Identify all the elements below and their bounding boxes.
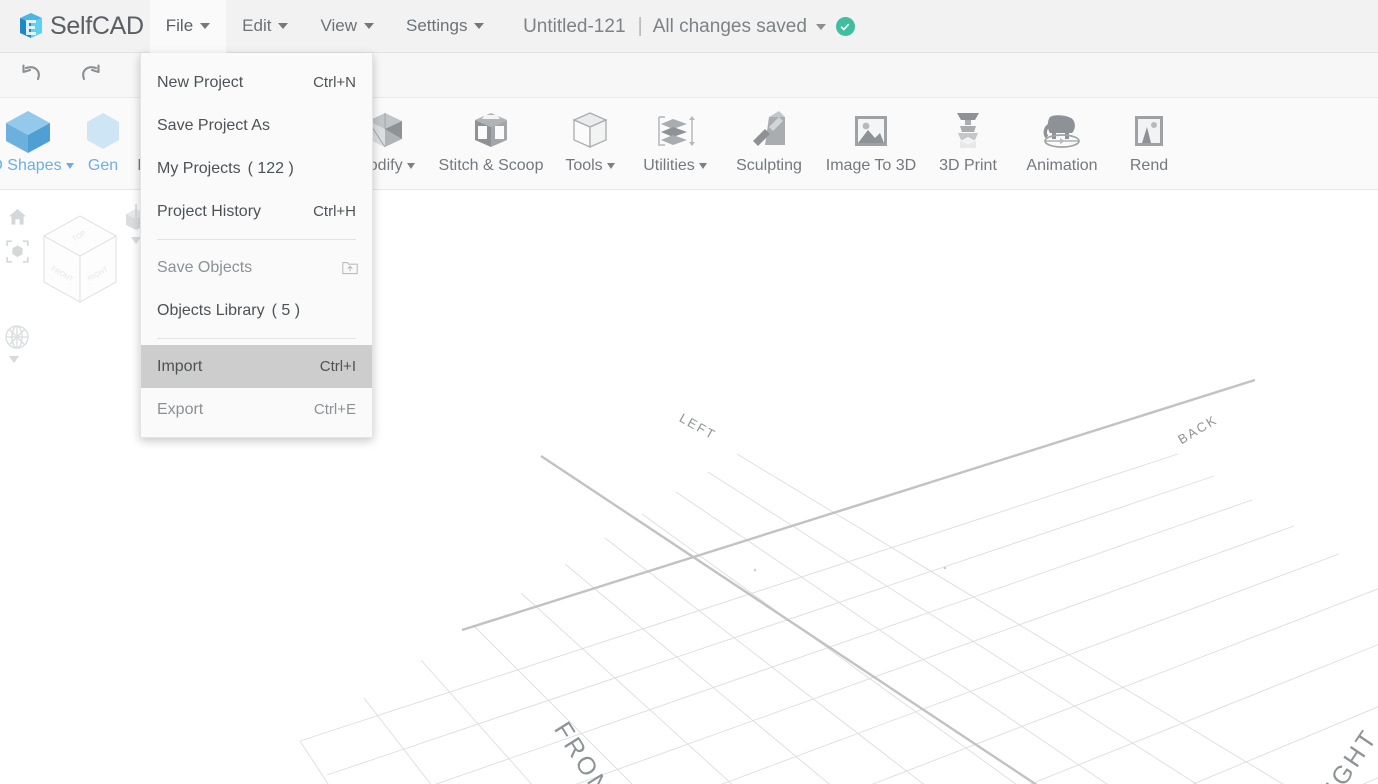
tool-utilities[interactable]: Utilities	[628, 98, 722, 175]
file-menu-export-shortcut: Ctrl+E	[313, 401, 356, 418]
file-menu-new-project-label: New Project	[157, 73, 244, 91]
tool-3d-shapes[interactable]: 3D Shapes	[0, 98, 78, 175]
file-menu-separator-2	[157, 338, 356, 339]
menu-file[interactable]: File	[149, 0, 227, 53]
blue-cube-icon	[2, 106, 54, 156]
menu-settings-label: Settings	[406, 16, 468, 35]
view-cube[interactable]: TOP FRONT RIGHT	[38, 210, 122, 320]
title-separator: |	[637, 15, 643, 37]
utilities-layers-icon	[651, 106, 699, 156]
file-menu-save-objects-label: Save Objects	[157, 258, 253, 276]
file-menu-import-label: Import	[157, 357, 203, 375]
view-cube-icon: TOP FRONT RIGHT	[42, 215, 118, 303]
save-status-badge	[835, 17, 855, 36]
chevron-down-icon	[65, 163, 74, 169]
top-menu-bar: SelfCAD File Edit View Settings Untitled…	[0, 0, 1378, 53]
sculpting-chisel-icon	[745, 106, 793, 156]
file-menu-new-project[interactable]: New Project Ctrl+N	[141, 61, 372, 104]
generate-icon	[81, 106, 125, 156]
tools-cube-icon	[566, 106, 614, 156]
selfcad-cube-logo-icon	[16, 11, 46, 41]
tool-sculpting[interactable]: Sculpting	[722, 98, 816, 175]
save-status-chevron-down-icon[interactable]	[815, 23, 826, 30]
fit-to-view-button[interactable]	[2, 236, 32, 266]
chevron-down-icon	[200, 23, 211, 29]
file-menu-export[interactable]: Export Ctrl+E	[141, 388, 372, 431]
chevron-down-icon	[406, 163, 415, 169]
home-view-button[interactable]	[2, 202, 32, 232]
tool-3d-print-label: 3D Print	[939, 157, 997, 174]
file-menu-my-projects-count: ( 122 )	[247, 159, 294, 177]
file-menu-save-project-as[interactable]: Save Project As	[141, 104, 372, 147]
tool-stitch-and-scoop-label: Stitch & Scoop	[438, 157, 544, 174]
save-status-text[interactable]: All changes saved	[653, 16, 807, 38]
file-menu-save-objects[interactable]: Save Objects	[141, 246, 372, 289]
orbit-chevron-down-icon[interactable]	[9, 356, 19, 363]
folder-upload-icon	[342, 260, 358, 275]
check-circle-icon	[841, 23, 850, 30]
tool-3d-print[interactable]: 3D Print	[926, 98, 1010, 175]
redo-arrow-icon	[82, 64, 100, 81]
undo-button[interactable]	[10, 58, 52, 92]
image-to-3d-icon	[847, 106, 895, 156]
render-icon	[1125, 106, 1173, 156]
orbit-globe-icon	[5, 325, 29, 349]
orbit-button[interactable]	[2, 322, 32, 352]
menu-edit-label: Edit	[242, 16, 272, 35]
home-icon	[8, 209, 26, 225]
file-menu-project-history-shortcut: Ctrl+H	[313, 203, 356, 220]
file-menu-objects-library-label: Objects Library	[157, 301, 265, 319]
file-menu-objects-library[interactable]: Objects Library ( 5 )	[141, 289, 372, 332]
selfcad-application-window: LEFT BACK FRONT RIGHT TOP FRONT RIGHT Sh…	[0, 0, 1378, 784]
animation-elephant-icon	[1038, 106, 1086, 156]
file-menu-import[interactable]: Import Ctrl+I	[141, 345, 372, 388]
viewport-left-tools	[0, 198, 34, 363]
redo-button[interactable]	[70, 58, 112, 92]
tool-render[interactable]: Rend	[1114, 98, 1184, 175]
file-menu-separator-1	[157, 239, 356, 240]
tool-3d-shapes-label: 3D Shapes	[0, 157, 74, 175]
3d-printer-icon	[944, 106, 992, 156]
file-menu-import-shortcut: Ctrl+I	[319, 358, 356, 375]
file-menu-objects-library-count: ( 5 )	[271, 301, 301, 319]
chevron-down-icon	[278, 23, 289, 29]
file-menu-my-projects-label: My Projects	[157, 159, 241, 177]
file-menu-export-label: Export	[157, 400, 204, 418]
file-menu-project-history[interactable]: Project History Ctrl+H	[141, 190, 372, 233]
tool-sculpting-label: Sculpting	[736, 157, 802, 174]
chevron-down-icon	[364, 23, 375, 29]
fit-to-view-icon	[5, 239, 29, 263]
chevron-down-icon	[474, 23, 485, 29]
menu-view-label: View	[320, 16, 358, 35]
project-title[interactable]: Untitled-121	[523, 16, 625, 38]
tool-tools[interactable]: Tools	[552, 98, 628, 175]
menu-file-label: File	[165, 16, 194, 35]
tool-image-to-3d[interactable]: Image To 3D	[816, 98, 926, 175]
tool-animation[interactable]: Animation	[1010, 98, 1114, 175]
app-name: SelfCAD	[50, 11, 144, 40]
tool-render-label: Rend	[1129, 157, 1169, 174]
undo-arrow-icon	[22, 64, 40, 81]
tool-tools-label: Tools	[565, 157, 615, 175]
file-menu-save-project-as-label: Save Project As	[157, 116, 270, 134]
tool-animation-label: Animation	[1026, 157, 1098, 174]
stitch-scoop-icon	[467, 106, 515, 156]
menu-settings[interactable]: Settings	[390, 0, 500, 53]
tool-generate[interactable]: Gen	[78, 98, 128, 175]
file-menu-my-projects[interactable]: My Projects ( 122 )	[141, 147, 372, 190]
chevron-down-icon	[698, 163, 707, 169]
tool-stitch-and-scoop[interactable]: Stitch & Scoop	[430, 98, 552, 175]
menu-view[interactable]: View	[304, 0, 390, 53]
tool-generate-label: Gen	[87, 157, 119, 174]
menu-edit[interactable]: Edit	[226, 0, 304, 53]
tool-image-to-3d-label: Image To 3D	[825, 157, 917, 174]
file-dropdown-menu: New Project Ctrl+N Save Project As My Pr…	[140, 53, 373, 438]
file-menu-project-history-label: Project History	[157, 202, 262, 220]
tool-utilities-label: Utilities	[643, 157, 707, 175]
chevron-down-icon	[606, 163, 615, 169]
app-logo[interactable]: SelfCAD	[0, 0, 150, 53]
file-menu-new-project-shortcut: Ctrl+N	[313, 74, 356, 91]
